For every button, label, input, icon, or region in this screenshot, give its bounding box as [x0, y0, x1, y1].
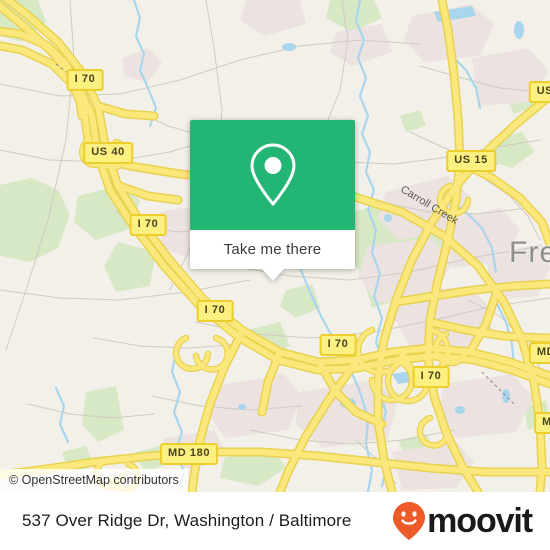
map-screenshot-root: Frede Carroll Creek I 70 US 40 I 70 I 70…	[0, 0, 550, 550]
location-pin-icon	[250, 143, 295, 206]
map-canvas[interactable]: Frede Carroll Creek I 70 US 40 I 70 I 70…	[0, 0, 550, 492]
location-popup-card[interactable]: Take me there	[190, 120, 355, 281]
popup-footer[interactable]: Take me there	[190, 230, 355, 269]
moovit-logo[interactable]: moovit	[392, 501, 533, 541]
highway-shield-us-edge[interactable]: US	[528, 81, 550, 103]
highway-shield-m-edge[interactable]: M	[534, 412, 550, 434]
highway-shield-i70-nw[interactable]: I 70	[66, 69, 104, 91]
highway-shield-i70-center[interactable]: I 70	[196, 300, 234, 322]
map-attribution[interactable]: © OpenStreetMap contributors	[0, 469, 188, 492]
highway-shield-us15[interactable]: US 15	[446, 150, 496, 172]
highway-shield-md-edge[interactable]: MD	[528, 342, 550, 364]
popup-image-area	[190, 120, 355, 230]
moovit-pin-smile-icon	[393, 502, 426, 540]
popup-tail-pointer	[261, 269, 284, 281]
highway-shield-i70-east[interactable]: I 70	[319, 334, 357, 356]
highway-shield-i70-west[interactable]: I 70	[129, 214, 167, 236]
highway-shield-i70-far-east[interactable]: I 70	[412, 366, 450, 388]
highway-shield-md180[interactable]: MD 180	[159, 443, 219, 465]
highway-shield-us40[interactable]: US 40	[83, 142, 133, 164]
footer-bar: 537 Over Ridge Dr, Washington / Baltimor…	[0, 492, 550, 550]
take-me-there-label: Take me there	[223, 241, 322, 258]
address-label: 537 Over Ridge Dr, Washington / Baltimor…	[22, 511, 352, 530]
moovit-wordmark: moovit	[427, 502, 533, 540]
place-label-frederick: Frede	[509, 236, 550, 269]
